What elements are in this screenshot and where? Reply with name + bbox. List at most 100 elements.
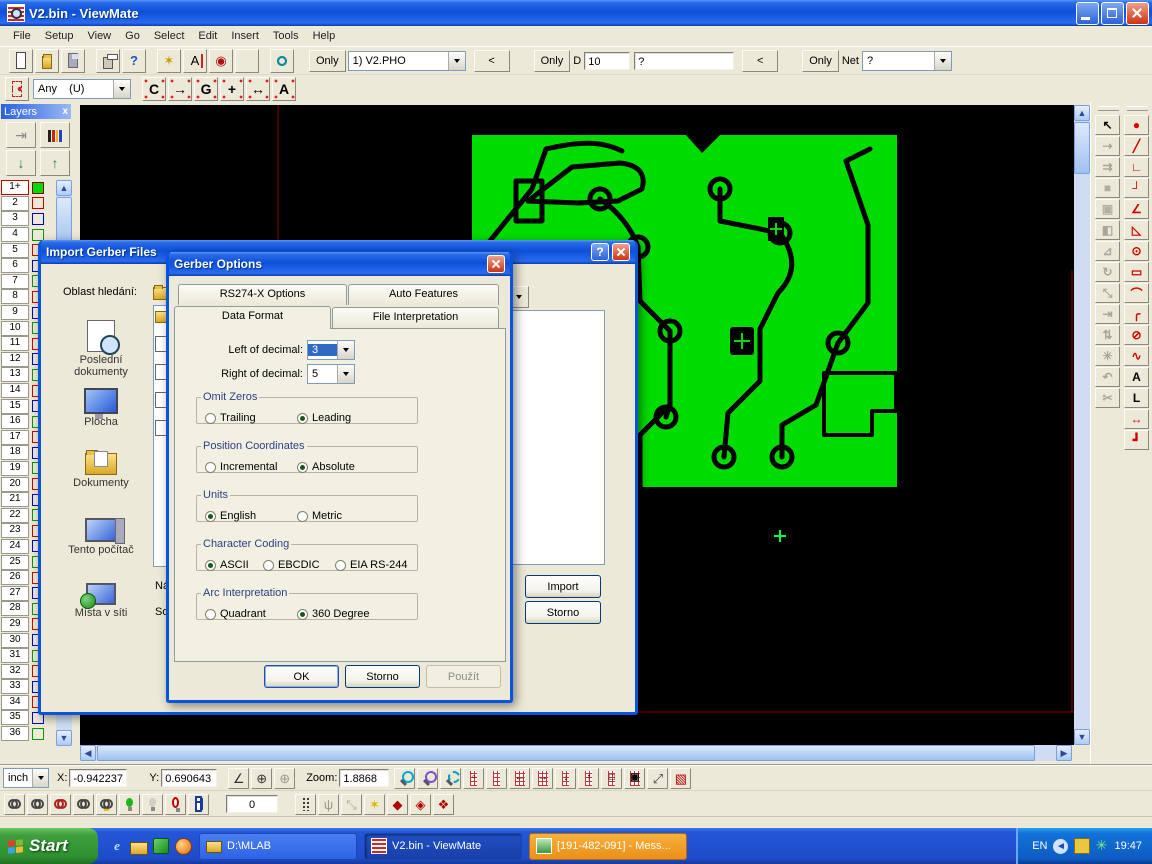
close-button[interactable]	[612, 243, 630, 261]
layer-color-swatch[interactable]	[32, 197, 44, 209]
save-icon[interactable]	[61, 49, 85, 73]
signal-probe-icon[interactable]: ⊕	[274, 768, 295, 789]
scroll-up-icon[interactable]: ▲	[56, 180, 72, 196]
zoom-selection-icon[interactable]	[417, 768, 438, 789]
layer-color-swatch[interactable]	[32, 229, 44, 241]
aperture-list-icon[interactable]: A	[183, 49, 207, 73]
radio-ascii[interactable]: ASCII	[205, 559, 249, 571]
layer-down-icon[interactable]: ↓	[6, 150, 36, 176]
zoom-window-icon[interactable]	[440, 768, 461, 789]
layer-row[interactable]: 1+	[1, 180, 55, 196]
tab-data-format[interactable]: Data Format	[174, 306, 331, 329]
layer-colors-icon[interactable]	[235, 49, 259, 73]
toolbar-grip[interactable]	[1098, 106, 1119, 111]
radio-eia-rs244[interactable]: EIA RS-244	[335, 559, 407, 571]
layer-color-swatch[interactable]	[32, 182, 44, 194]
radio-metric[interactable]: Metric	[297, 510, 342, 522]
snip-icon[interactable]: ✂	[1095, 388, 1120, 408]
view-pads-icon[interactable]	[4, 794, 25, 815]
bend-icon[interactable]: ┛	[1124, 430, 1149, 450]
quicklaunch-book-icon[interactable]	[152, 837, 170, 855]
draw-ellipse-icon[interactable]: ⊘	[1124, 325, 1149, 345]
draw-label-icon[interactable]: L	[1124, 388, 1149, 408]
scroll-down-icon[interactable]: ▼	[56, 730, 72, 746]
flip-horizontal-icon[interactable]: ◧	[1095, 220, 1120, 240]
x-coordinate-field[interactable]: -0.942237	[69, 769, 127, 787]
tab-file-interpretation[interactable]: File Interpretation	[332, 307, 499, 328]
draw-line-icon[interactable]: ╱	[1124, 136, 1149, 156]
menu-view[interactable]: View	[80, 28, 118, 44]
close-button[interactable]	[1126, 2, 1149, 25]
radio-english[interactable]: English	[205, 510, 256, 522]
place-my-computer[interactable]: Tento počítač	[53, 518, 149, 556]
highlight-off-icon[interactable]	[142, 794, 163, 815]
menu-tools[interactable]: Tools	[266, 28, 306, 44]
pad-rotate-icon[interactable]: ◈	[410, 794, 431, 815]
pan-up-icon[interactable]: ↑	[578, 768, 599, 789]
apply-button[interactable]: Použít	[426, 665, 501, 688]
place-documents[interactable]: Dokumenty	[53, 453, 149, 489]
chevron-down-icon[interactable]	[32, 769, 48, 787]
only-net-button[interactable]: Only	[802, 50, 839, 72]
net-probe-icon[interactable]: ◉	[209, 49, 233, 73]
pad-flash-icon[interactable]: ●	[1124, 115, 1149, 135]
select-traces-icon[interactable]: ↔	[246, 77, 270, 101]
measure-glasses-icon[interactable]	[270, 49, 294, 73]
tray-collapse-icon[interactable]: ◄	[1053, 839, 1068, 854]
origin-crosshair-icon[interactable]: ⊕	[251, 768, 272, 789]
tile-windows-icon[interactable]	[188, 794, 209, 815]
relative-move-icon[interactable]: ⤡	[341, 794, 362, 815]
active-layer-combo[interactable]: 1) V2.PHO	[348, 51, 466, 71]
highlight-on-icon[interactable]	[119, 794, 140, 815]
flip-vertical-icon[interactable]: ⊿	[1095, 241, 1120, 261]
tab-rs274x-options[interactable]: RS274-X Options	[178, 284, 347, 305]
filled-square-2-icon[interactable]: ▣	[1095, 199, 1120, 219]
radio-ebcdic[interactable]: EBCDIC	[263, 559, 320, 571]
radio-leading[interactable]: Leading	[297, 412, 351, 424]
scrollbar-thumb[interactable]	[97, 745, 1035, 761]
chevron-down-icon[interactable]	[337, 341, 354, 359]
select-components-icon[interactable]: C	[142, 77, 166, 101]
ok-button[interactable]: OK	[264, 665, 339, 688]
snap-grid-icon[interactable]	[295, 794, 316, 815]
film-box-icon[interactable]: ▫	[463, 768, 484, 789]
highlight-net-icon[interactable]	[165, 794, 186, 815]
pan-right-icon[interactable]: →	[532, 768, 553, 789]
cancel-button[interactable]: Storno	[345, 665, 420, 688]
place-desktop[interactable]: Plocha	[53, 388, 149, 428]
dcode-filter-input[interactable]: ?	[634, 52, 734, 70]
view-traces-icon[interactable]	[27, 794, 48, 815]
draw-rectangle-icon[interactable]: ▭	[1124, 262, 1149, 282]
grid-toggle-icon[interactable]	[486, 768, 507, 789]
draw-angle-icon[interactable]: ∠	[1124, 199, 1149, 219]
grid-snap-icon[interactable]: □	[601, 768, 622, 789]
select-cursor-icon[interactable]: ↖	[1095, 115, 1120, 135]
view-polygons-icon[interactable]	[50, 794, 71, 815]
grid-value-field[interactable]: 0	[226, 795, 278, 813]
select-text-icon[interactable]: A	[272, 77, 296, 101]
draw-curve-icon[interactable]: ╭	[1124, 304, 1149, 324]
import-button[interactable]: Import	[525, 575, 601, 598]
pan-down-icon[interactable]: ↓	[555, 768, 576, 789]
tray-icq-icon[interactable]: ✳	[1094, 838, 1108, 852]
rotate-icon[interactable]: ↻	[1095, 262, 1120, 282]
settings-gear-icon[interactable]: ✳	[1095, 346, 1120, 366]
place-recent-documents[interactable]: Poslední dokumenty	[53, 320, 149, 378]
task-explorer-mlab[interactable]: D:\MLAB	[199, 833, 357, 860]
zoom-tool-icon[interactable]	[394, 768, 415, 789]
select-move-icon[interactable]: →	[168, 77, 192, 101]
menu-go[interactable]: Go	[118, 28, 147, 44]
clock[interactable]: 19:47	[1114, 840, 1142, 852]
layer-row[interactable]: 2	[1, 196, 55, 212]
only-layer-button[interactable]: Only	[309, 50, 346, 72]
grid-edit-icon[interactable]: ▣	[624, 768, 645, 789]
selection-filter-combo[interactable]: Any (U)	[33, 79, 131, 99]
left-of-decimal-combo[interactable]: 3	[307, 340, 355, 360]
dcode-input[interactable]: 10	[584, 52, 630, 70]
tab-auto-features[interactable]: Auto Features	[348, 284, 499, 305]
stretch-diagonal-icon[interactable]: ⤢	[647, 768, 668, 789]
draw-arc-icon[interactable]: ⌒	[1124, 283, 1149, 303]
cancel-button[interactable]: Storno	[525, 601, 601, 624]
start-button[interactable]: Start	[0, 828, 98, 864]
move-to-layer-icon[interactable]: ⇥	[1095, 304, 1120, 324]
